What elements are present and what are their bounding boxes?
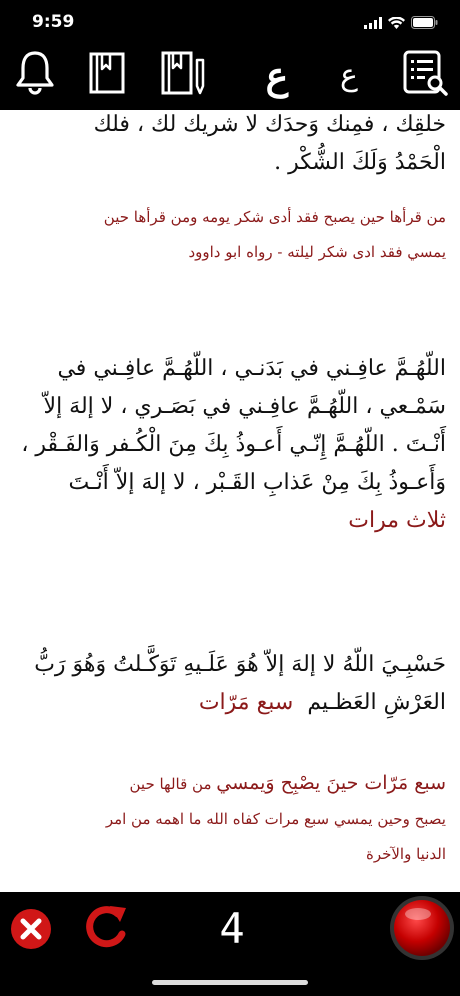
bell-icon xyxy=(15,50,55,100)
book-button[interactable] xyxy=(82,48,132,102)
font-large-label: ع xyxy=(265,52,289,98)
tap-count-button[interactable] xyxy=(388,894,456,962)
dua-text-2: اللّهُـمَّ عافِـني في بَدَنـي ، اللّهُـم… xyxy=(14,350,446,540)
status-time: 9:59 xyxy=(32,12,75,32)
book-edit-button[interactable] xyxy=(158,48,208,102)
home-indicator xyxy=(152,980,308,985)
close-button[interactable] xyxy=(10,908,52,950)
font-small-label: ع xyxy=(340,57,358,93)
font-small-button[interactable]: ع xyxy=(324,48,374,102)
tap-counter: 4 xyxy=(219,904,245,953)
list-search-icon xyxy=(401,49,449,101)
font-large-button[interactable]: ع xyxy=(252,48,302,102)
reset-button[interactable] xyxy=(84,900,132,952)
book-icon xyxy=(85,51,129,99)
dua-note-3: سبع مَرّات حينَ يصْبِح وَيمسي من قالها ح… xyxy=(105,772,446,863)
red-tap-button xyxy=(388,896,456,966)
dua-content[interactable]: خلقِك ، فمِنك وَحدَك لا شريك لك ، فلك ال… xyxy=(0,110,460,892)
battery-icon xyxy=(411,14,438,33)
repeat-count-2: ثلاث مرات xyxy=(348,508,446,533)
top-toolbar: ع ع xyxy=(0,40,460,110)
status-bar: 9:59 xyxy=(0,0,460,40)
dua-text-1: خلقِك ، فمِنك وَحدَك لا شريك لك ، فلك ال… xyxy=(93,112,446,175)
close-icon xyxy=(10,909,52,954)
repeat-count-3: سبع مَرّات xyxy=(198,690,294,715)
signal-icon xyxy=(364,14,382,33)
reset-icon xyxy=(84,906,132,956)
index-search-button[interactable] xyxy=(400,48,450,102)
dua-note-1: من قرأها حين يصبح فقد أدى شكر يومه ومن ق… xyxy=(103,208,446,261)
notifications-button[interactable] xyxy=(10,48,60,102)
book-edit-icon xyxy=(159,50,207,100)
dua-text-3: حَسْبِـيَ اللّهُ لا إلهَ إلاّ هُوَ عَلَـ… xyxy=(34,652,446,715)
bottom-bar: 4 xyxy=(0,892,460,996)
wifi-icon xyxy=(388,14,405,33)
